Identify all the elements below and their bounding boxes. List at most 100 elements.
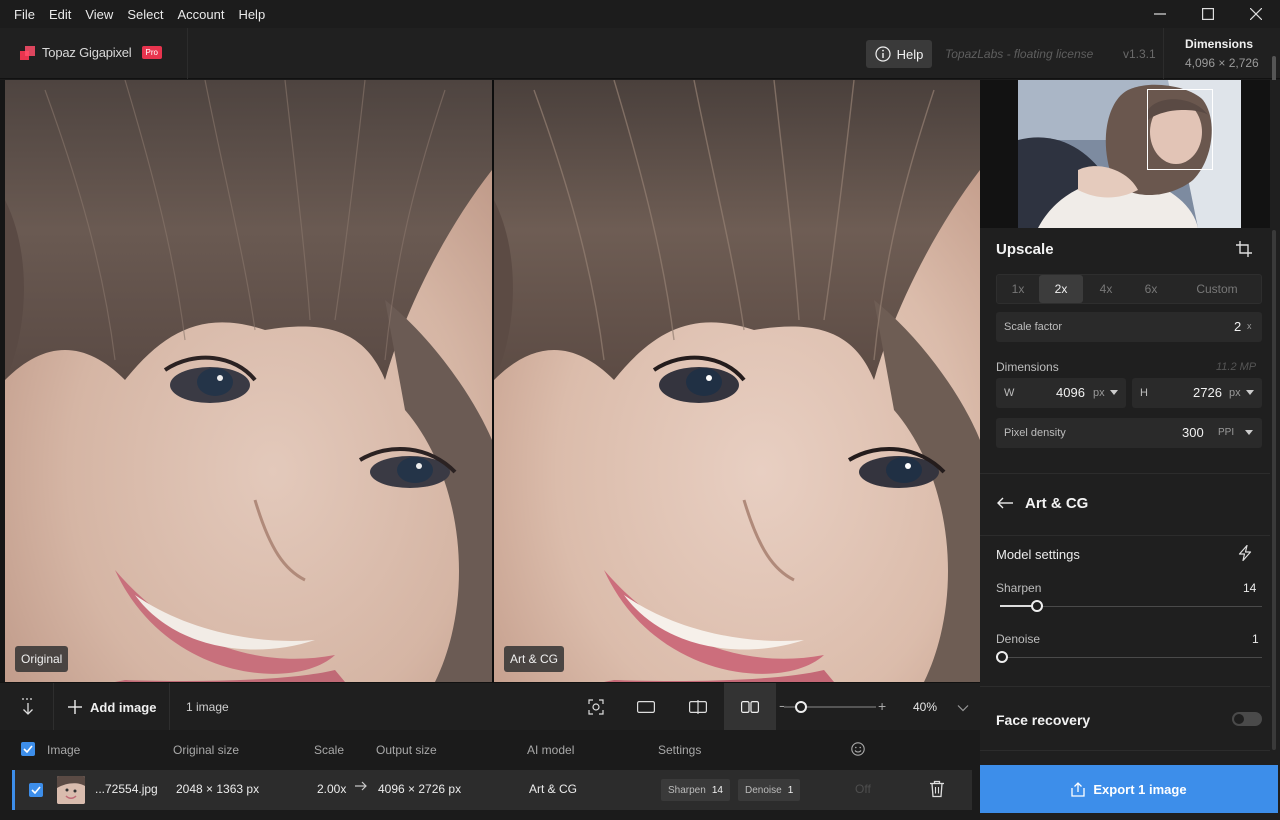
width-unit-dropdown-icon[interactable] — [1110, 390, 1118, 395]
denoise-chip-value: 1 — [787, 784, 794, 796]
sharpen-chip-value: 14 — [711, 784, 723, 796]
column-scale[interactable]: Scale — [314, 743, 344, 757]
auto-settings-button[interactable] — [1238, 544, 1252, 564]
plus-icon — [68, 700, 82, 714]
collapse-list-button[interactable] — [4, 683, 52, 731]
height-label: H — [1140, 387, 1148, 399]
column-face-recovery[interactable] — [851, 742, 865, 759]
column-original-size[interactable]: Original size — [173, 743, 239, 757]
side-by-side-view-button[interactable] — [724, 683, 776, 731]
original-photo — [5, 80, 492, 682]
split-view-button[interactable] — [674, 683, 722, 731]
scale-value: 2.00x — [317, 782, 347, 796]
height-unit-dropdown-icon[interactable] — [1246, 390, 1254, 395]
original-pane[interactable]: Original — [5, 80, 492, 682]
menu-help[interactable]: Help — [231, 7, 272, 22]
face-recovery-label: Face recovery — [996, 712, 1091, 728]
column-ai-model[interactable]: AI model — [527, 743, 574, 757]
check-icon — [23, 745, 33, 753]
toolbar-separator — [169, 683, 170, 731]
arrow-down-icon — [22, 698, 34, 715]
output-size-value: 4096 × 2726 px — [378, 782, 462, 796]
scale-selector: 1x 2x 4x 6x Custom — [996, 274, 1262, 304]
scale-option-custom[interactable]: Custom — [1173, 275, 1261, 303]
section-divider — [980, 750, 1270, 751]
export-icon — [1071, 781, 1086, 797]
delete-row-button[interactable] — [929, 780, 945, 801]
denoise-slider[interactable] — [1000, 657, 1262, 658]
menu-select[interactable]: Select — [120, 7, 170, 22]
add-image-label: Add image — [90, 699, 157, 715]
original-size-value: 2048 × 1363 px — [176, 782, 260, 796]
minimize-button[interactable] — [1136, 0, 1184, 28]
zoom-in-button[interactable]: + — [878, 698, 886, 714]
title-divider — [187, 28, 188, 79]
chevron-down-icon — [957, 705, 969, 712]
topaz-logo-icon — [20, 45, 35, 60]
menu-view[interactable]: View — [78, 7, 120, 22]
scale-option-6x[interactable]: 6x — [1129, 275, 1173, 303]
dims-divider — [1163, 28, 1164, 79]
face-icon — [851, 742, 865, 756]
crop-button[interactable] — [1236, 241, 1252, 260]
scale-option-2x[interactable]: 2x — [1039, 275, 1083, 303]
denoise-slider-thumb[interactable] — [996, 651, 1008, 663]
pixel-density-value[interactable]: 300 — [1182, 425, 1204, 440]
navigator-viewport[interactable] — [1147, 89, 1213, 170]
height-field[interactable]: H 2726 px — [1132, 378, 1262, 408]
ai-model-value: Art & CG — [529, 782, 578, 796]
output-dimensions: Dimensions 4,096 × 2,726 — [1185, 37, 1259, 70]
zoom-dropdown-button[interactable] — [957, 700, 969, 715]
panel-scrollbar[interactable] — [1272, 230, 1276, 750]
back-button[interactable] — [997, 497, 1013, 512]
processed-pane[interactable]: Art & CG — [494, 80, 980, 682]
menu-edit[interactable]: Edit — [42, 7, 78, 22]
width-value[interactable]: 4096 — [1056, 385, 1085, 400]
export-button[interactable]: Export 1 image — [980, 765, 1278, 813]
single-view-button[interactable] — [622, 683, 670, 731]
zoom-slider-thumb[interactable] — [795, 701, 807, 713]
pixel-density-dropdown-icon[interactable] — [1245, 430, 1253, 435]
close-button[interactable] — [1232, 0, 1280, 28]
pro-badge: Pro — [141, 46, 162, 59]
snapshot-button[interactable] — [572, 683, 620, 731]
menu-account[interactable]: Account — [170, 7, 231, 22]
navigator[interactable] — [980, 80, 1270, 228]
face-recovery-toggle[interactable] — [1232, 712, 1262, 726]
upscale-title: Upscale — [996, 241, 1054, 258]
check-icon — [31, 786, 41, 794]
app-name: Topaz Gigapixel — [42, 45, 132, 60]
megapixels: 11.2 MP — [1216, 361, 1257, 373]
side-by-side-icon — [741, 701, 759, 713]
toolbar-separator — [53, 683, 54, 731]
sharpen-label: Sharpen — [996, 581, 1042, 595]
info-icon — [875, 46, 891, 62]
scale-factor-value[interactable]: 2 — [1234, 319, 1241, 334]
menu-file[interactable]: File — [0, 7, 42, 22]
table-row[interactable]: ...72554.jpg 2048 × 1363 px 2.00x 4096 ×… — [12, 770, 972, 810]
width-field[interactable]: W 4096 px — [996, 378, 1126, 408]
height-value[interactable]: 2726 — [1193, 385, 1222, 400]
pixel-density-field[interactable]: Pixel density 300 PPI — [996, 418, 1262, 448]
zoom-value[interactable]: 40% — [913, 700, 937, 714]
maximize-button[interactable] — [1184, 0, 1232, 28]
help-button[interactable]: Help — [866, 40, 932, 68]
image-thumbnail — [57, 776, 85, 804]
scale-option-1x[interactable]: 1x — [997, 275, 1039, 303]
minimize-icon — [1154, 13, 1166, 15]
column-output-size[interactable]: Output size — [376, 743, 437, 757]
split-view-icon — [689, 700, 707, 714]
denoise-chip: Denoise 1 — [738, 779, 801, 801]
denoise-chip-label: Denoise — [745, 784, 782, 796]
select-all-checkbox[interactable] — [21, 742, 35, 756]
window-controls — [1136, 0, 1280, 28]
scale-factor-field[interactable]: Scale factor 2 x — [996, 312, 1262, 342]
row-checkbox[interactable] — [29, 783, 43, 797]
add-image-button[interactable]: Add image — [68, 683, 156, 731]
scale-option-4x[interactable]: 4x — [1083, 275, 1129, 303]
column-settings[interactable]: Settings — [658, 743, 701, 757]
sharpen-slider-thumb[interactable] — [1030, 600, 1043, 612]
preview-area: Original Art & CG — [0, 80, 980, 682]
column-image[interactable]: Image — [47, 743, 80, 757]
crop-icon — [1236, 241, 1252, 257]
